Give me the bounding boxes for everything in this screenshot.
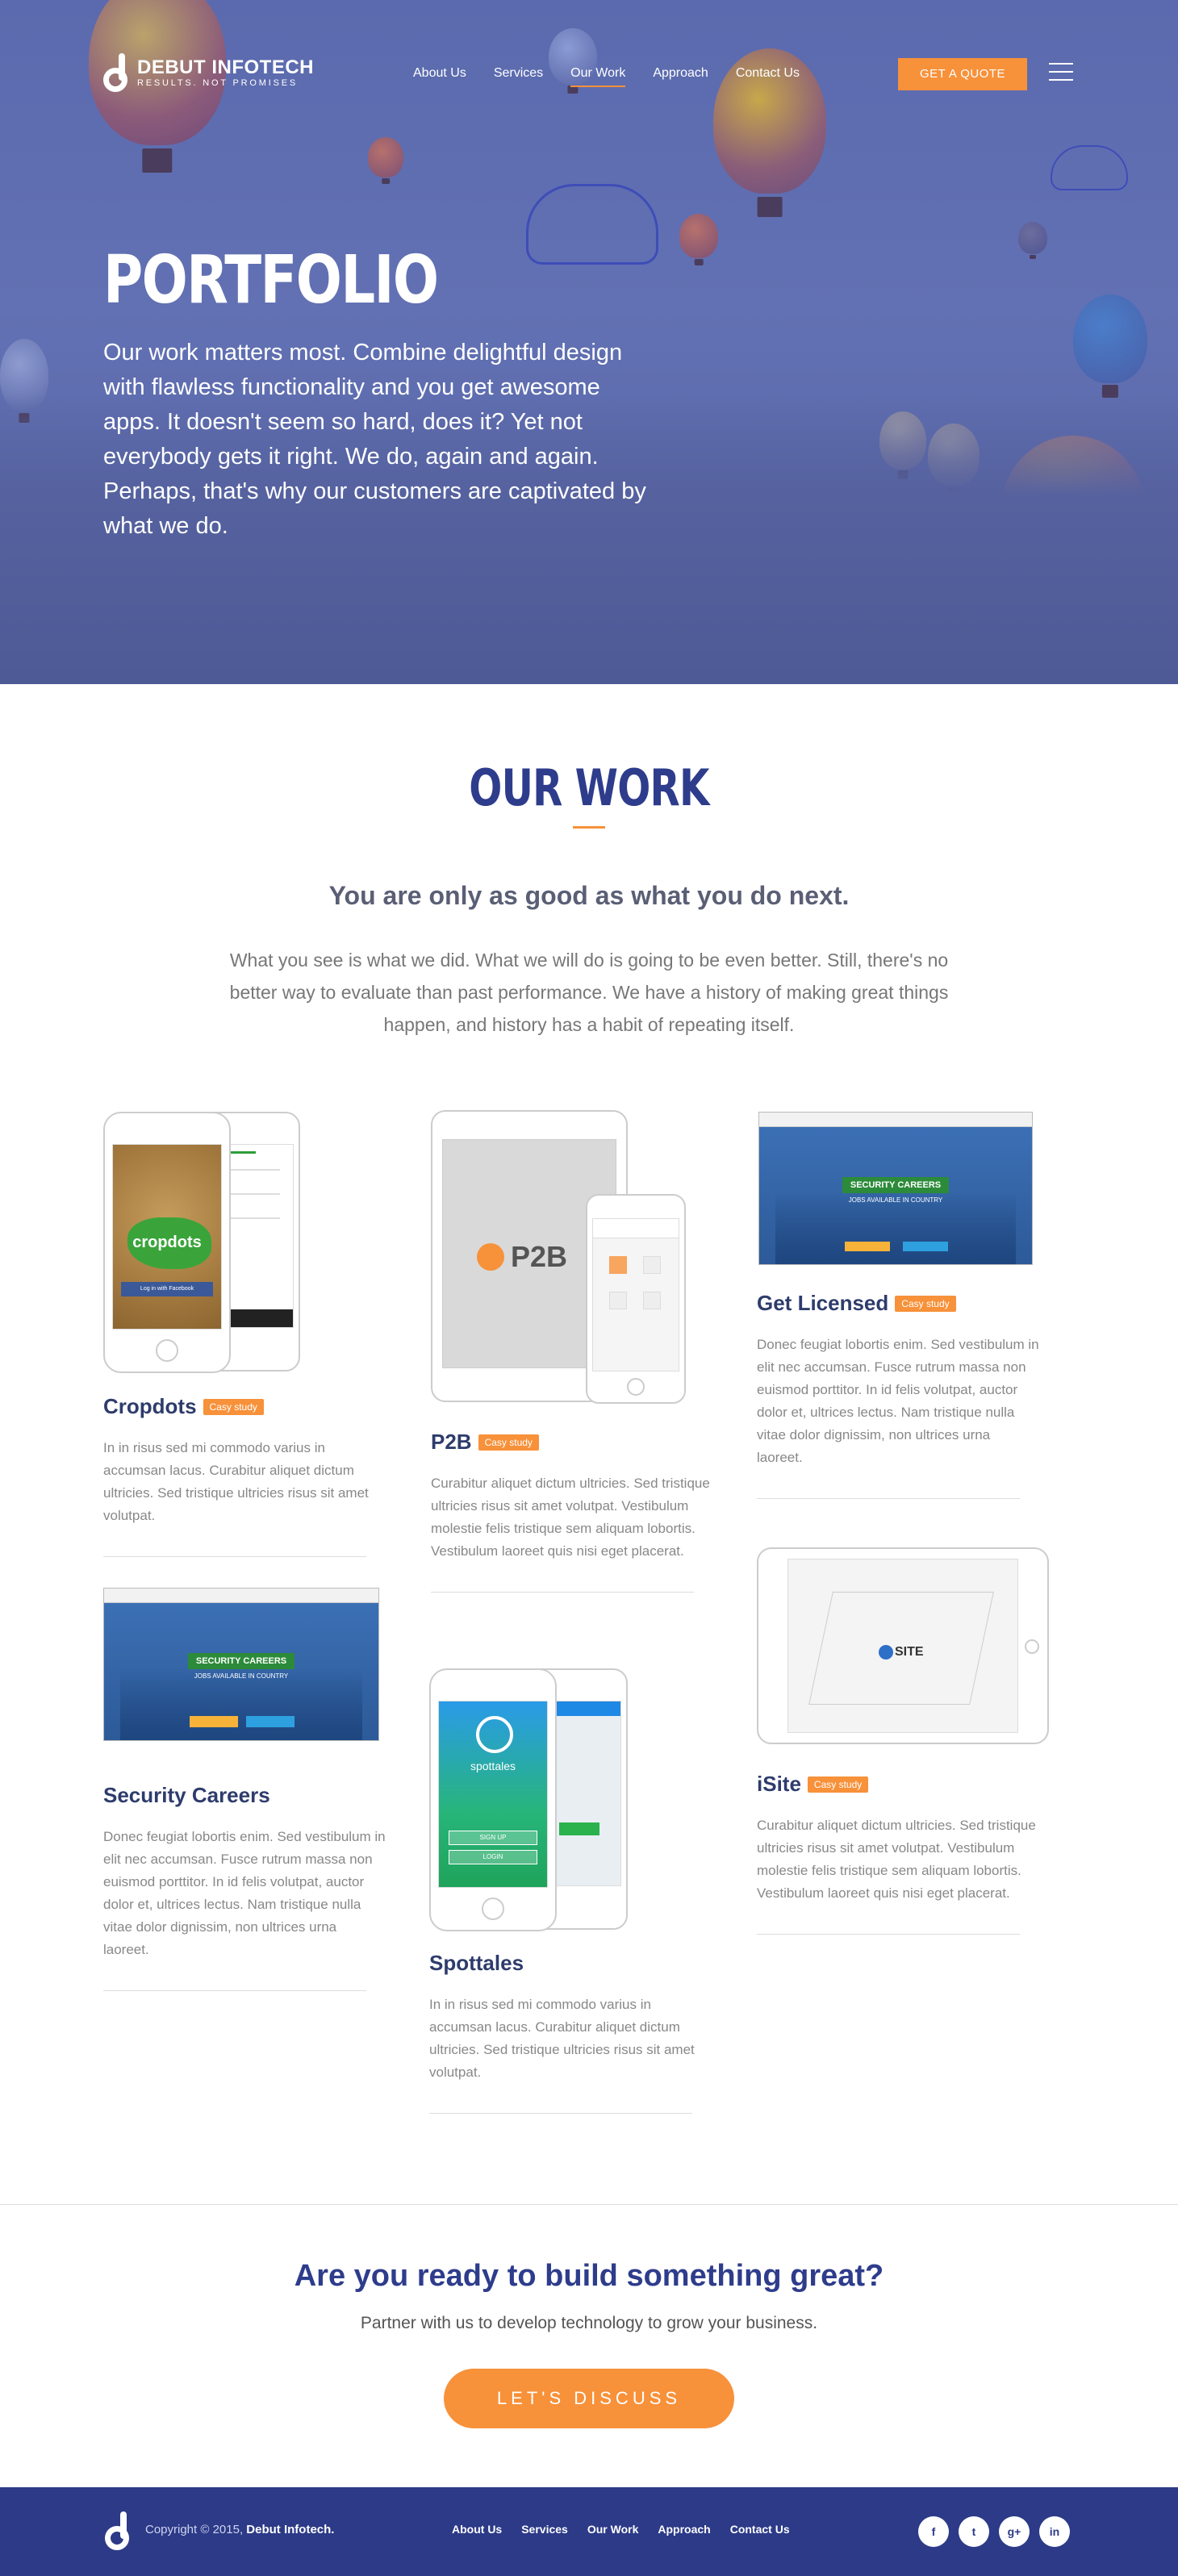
section-subtitle: You are only as good as what you do next… — [328, 881, 850, 910]
section-title: OUR WORK — [469, 758, 709, 817]
footer: Copyright © 2015, Debut Infotech. About … — [0, 2487, 1178, 2576]
phone-screen: cropdots Log in with Facebook — [112, 1144, 222, 1330]
signup-button: SIGN UP — [449, 1831, 537, 1845]
project-title[interactable]: Get Licensed — [757, 1291, 888, 1316]
hero: DEBUT INFOTECH RESULTS. NOT PROMISES Abo… — [0, 0, 1178, 684]
copyright: Copyright © 2015, Debut Infotech. — [145, 2523, 335, 2536]
project-description: Curabitur aliquet dictum ultricies. Sed … — [431, 1476, 710, 1559]
balloon-image — [1018, 222, 1047, 254]
phone-frame: spottales SIGN UP LOGIN — [429, 1668, 557, 1931]
footer-menu: About Us Services Our Work Approach Cont… — [452, 2523, 790, 2536]
top-navigation: DEBUT INFOTECH RESULTS. NOT PROMISES Abo… — [103, 52, 1075, 97]
spottales-mockup[interactable]: spottales SIGN UP LOGIN — [429, 1668, 631, 1931]
tablet-screen: SITE — [787, 1559, 1018, 1733]
cropdots-logo-text: cropdots — [132, 1234, 202, 1251]
balloon-image — [368, 137, 403, 177]
p2b-mockup[interactable]: P2B — [431, 1110, 686, 1404]
social-links: f t g+ in — [918, 2516, 1070, 2547]
logo-name: DEBUT INFOTECH — [137, 56, 314, 78]
card-divider — [431, 1592, 694, 1593]
footer-link-approach[interactable]: Approach — [658, 2523, 710, 2536]
case-study-badge[interactable]: Casy study — [807, 1776, 869, 1793]
screen-headline: SECURITY CAREERS — [187, 1653, 295, 1669]
card-divider — [757, 1498, 1020, 1499]
spottales-logo-text: spottales — [470, 1760, 516, 1772]
get-a-quote-button[interactable]: GET A QUOTE — [898, 58, 1027, 90]
case-study-badge[interactable]: Casy study — [478, 1434, 539, 1451]
project-title[interactable]: Spottales — [429, 1951, 524, 1976]
card-divider — [429, 2113, 692, 2114]
nav-about-us[interactable]: About Us — [413, 66, 466, 87]
spottales-logo-icon — [476, 1716, 513, 1753]
cta-subtitle: Partner with us to develop technology to… — [360, 2314, 818, 2332]
card-divider — [103, 1556, 366, 1557]
project-card-security-careers: Security Careers Donec feugiat lobortis … — [103, 1783, 386, 1991]
lets-discuss-button[interactable]: LET'S DISCUSS — [444, 2369, 734, 2428]
section-description: What you see is what we did. What we wil… — [229, 950, 949, 1035]
cloud-icon — [1051, 145, 1128, 190]
balloon-image — [679, 214, 718, 258]
facebook-login-button: Log in with Facebook — [121, 1282, 213, 1296]
facebook-icon[interactable]: f — [918, 2516, 949, 2547]
nav-approach[interactable]: Approach — [653, 66, 708, 87]
google-plus-icon[interactable]: g+ — [999, 2516, 1030, 2547]
linkedin-icon[interactable]: in — [1039, 2516, 1070, 2547]
screen-subline: JOBS AVAILABLE IN COUNTRY — [848, 1196, 943, 1204]
project-card-cropdots: Cropdots Casy study In in risus sed mi co… — [103, 1394, 386, 1557]
screen-headline: SECURITY CAREERS — [842, 1177, 950, 1193]
project-title[interactable]: Security Careers — [103, 1783, 270, 1808]
project-card-get-licensed: Get Licensed Casy study Donec feugiat lob… — [757, 1291, 1039, 1499]
screen-subline: JOBS AVAILABLE IN COUNTRY — [194, 1672, 289, 1680]
project-card-p2b: P2B Casy study Curabitur aliquet dictum u… — [431, 1430, 713, 1593]
footer-link-our-work[interactable]: Our Work — [587, 2523, 639, 2536]
project-description: In in risus sed mi commodo varius in acc… — [429, 1997, 695, 2080]
footer-link-about-us[interactable]: About Us — [452, 2523, 502, 2536]
card-divider — [757, 1934, 1020, 1935]
footer-link-services[interactable]: Services — [521, 2523, 568, 2536]
project-card-spottales: Spottales In in risus sed mi commodo var… — [429, 1951, 712, 2114]
hamburger-menu-icon[interactable] — [1049, 63, 1073, 84]
logo[interactable]: DEBUT INFOTECH RESULTS. NOT PROMISES — [103, 53, 314, 94]
get-licensed-mockup[interactable]: SECURITY CAREERS JOBS AVAILABLE IN COUNT… — [758, 1112, 1033, 1265]
project-description: Curabitur aliquet dictum ultricies. Sed … — [757, 1818, 1036, 1901]
phone-screen: spottales SIGN UP LOGIN — [438, 1701, 548, 1888]
nav-contact-us[interactable]: Contact Us — [736, 66, 800, 87]
hero-text: Our work matters most. Combine delightfu… — [103, 340, 646, 539]
footer-logo-icon[interactable] — [105, 2511, 132, 2550]
nav-our-work[interactable]: Our Work — [570, 66, 626, 87]
balloon-image — [1073, 294, 1147, 383]
isite-logo-text: SITE — [895, 1645, 924, 1659]
nav-services[interactable]: Services — [494, 66, 543, 87]
logo-tagline: RESULTS. NOT PROMISES — [137, 78, 298, 88]
card-divider — [103, 1990, 366, 1991]
project-card-isite: iSite Casy study Curabitur aliquet dictum… — [757, 1772, 1039, 1935]
case-study-badge[interactable]: Casy study — [203, 1398, 264, 1415]
project-title[interactable]: iSite — [757, 1772, 801, 1797]
case-study-badge[interactable]: Casy study — [895, 1295, 956, 1312]
isite-mockup[interactable]: SITE — [757, 1547, 1049, 1744]
project-description: In in risus sed mi commodo varius in acc… — [103, 1440, 369, 1523]
main-menu: About Us Services Our Work Approach Cont… — [413, 66, 800, 87]
login-button: LOGIN — [449, 1850, 537, 1864]
phone-frame — [586, 1194, 686, 1404]
cta-title: Are you ready to build something great? — [294, 2259, 884, 2293]
cloud-icon — [526, 184, 658, 265]
section-divider — [0, 2204, 1178, 2205]
title-underline — [573, 826, 605, 829]
page-title: PORTFOLIO — [103, 242, 439, 319]
security-careers-mockup[interactable]: SECURITY CAREERS JOBS AVAILABLE IN COUNT… — [103, 1588, 379, 1741]
phone-screen — [592, 1218, 679, 1372]
cropdots-mockup[interactable]: cropdots Log in with Facebook — [103, 1112, 305, 1373]
project-title[interactable]: Cropdots — [103, 1394, 197, 1419]
p2b-logo-text: P2B — [511, 1240, 568, 1273]
logo-mark-icon — [103, 53, 131, 94]
project-description: Donec feugiat lobortis enim. Sed vestibu… — [757, 1337, 1039, 1465]
project-title[interactable]: P2B — [431, 1430, 472, 1455]
project-description: Donec feugiat lobortis enim. Sed vestibu… — [103, 1829, 386, 1957]
footer-link-contact-us[interactable]: Contact Us — [730, 2523, 790, 2536]
phone-frame: cropdots Log in with Facebook — [103, 1112, 231, 1373]
twitter-icon[interactable]: t — [959, 2516, 989, 2547]
